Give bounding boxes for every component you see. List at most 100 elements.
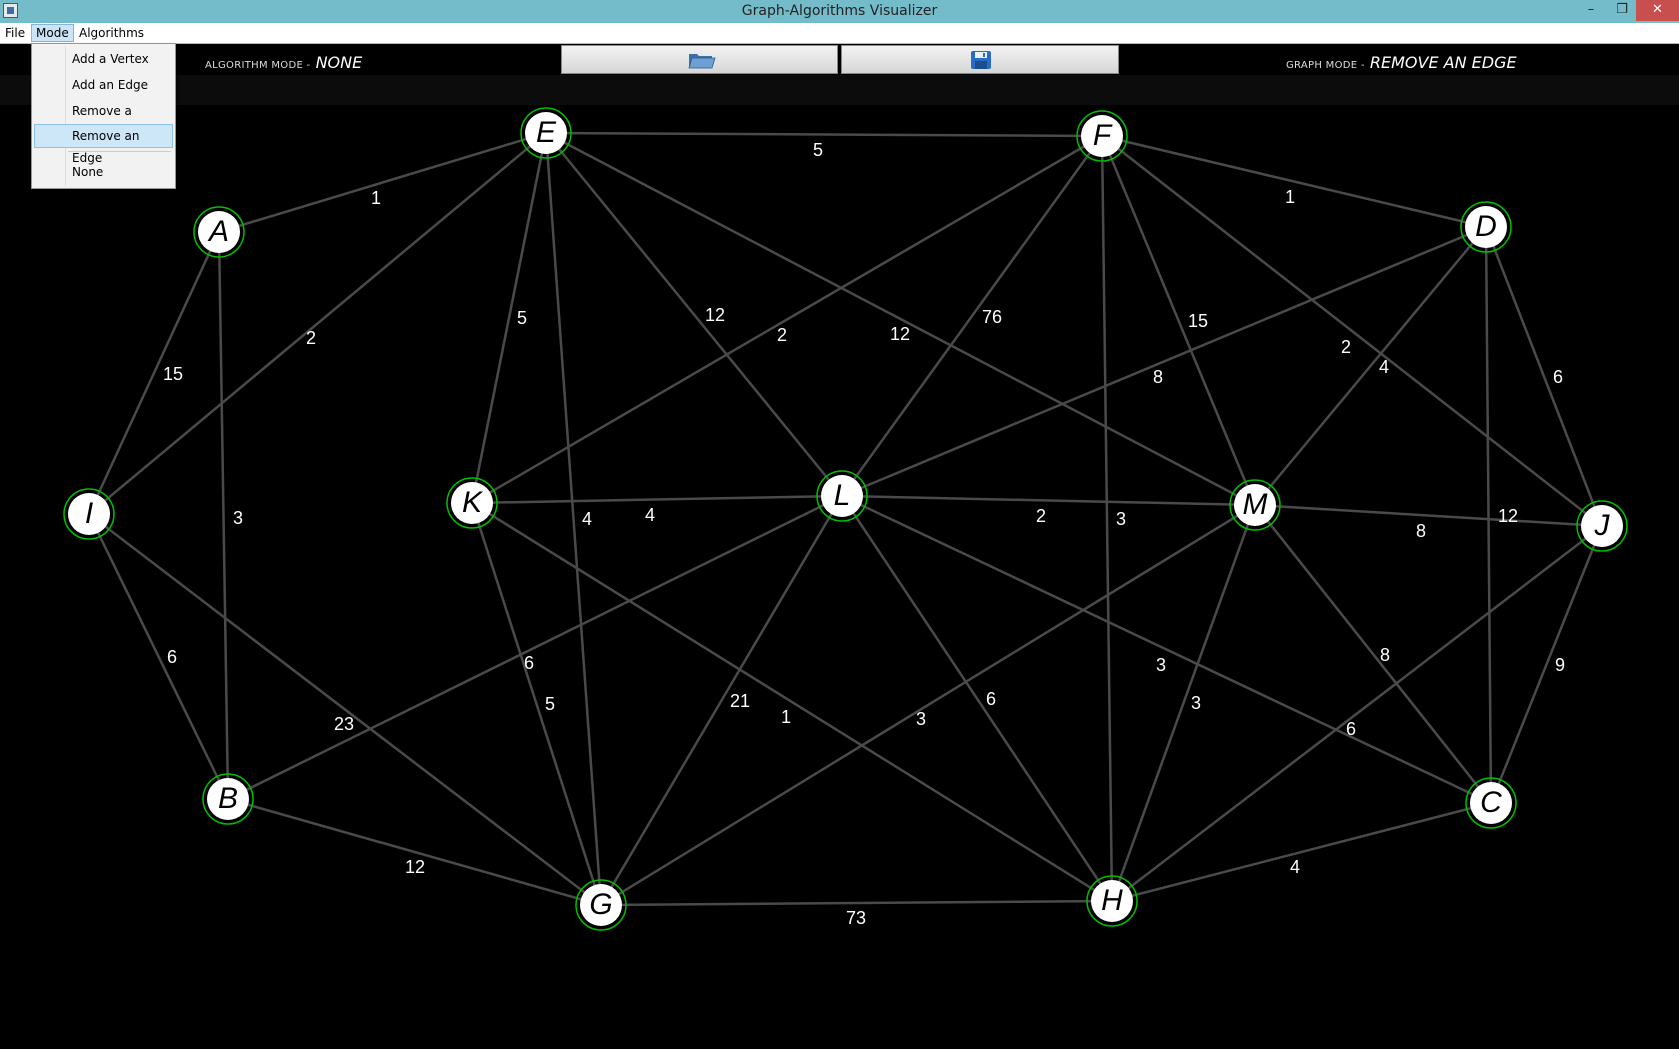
edge-a-e[interactable] bbox=[218, 131, 547, 234]
vertex-k[interactable]: K bbox=[446, 477, 498, 529]
vertex-label: L bbox=[834, 479, 851, 512]
menu-item-add-vertex[interactable]: Add a Vertex bbox=[34, 47, 173, 71]
edge-weight-l-h: 6 bbox=[986, 689, 996, 709]
menu-item-remove-vertex[interactable]: Remove a Vertex bbox=[34, 99, 173, 142]
edge-m-j[interactable] bbox=[1254, 503, 1603, 528]
open-file-button[interactable] bbox=[561, 45, 838, 74]
vertex-l[interactable]: L bbox=[816, 470, 868, 522]
menu-mode[interactable]: Mode bbox=[31, 24, 74, 42]
edge-weight-e-k: 5 bbox=[517, 308, 527, 328]
close-button[interactable]: ✕ bbox=[1636, 0, 1679, 21]
edge-weight-h-c: 4 bbox=[1290, 857, 1300, 877]
edge-m-g[interactable] bbox=[600, 503, 1256, 907]
vertex-h[interactable]: H bbox=[1086, 875, 1138, 927]
edge-f-k[interactable] bbox=[471, 134, 1103, 505]
graph-canvas[interactable]: 5 1 1 2 15 3 5 12 12 4 2 76 15 4 3 8 2 6 12 4 2 8 6 23 6 12 5 1 21 6 3… bbox=[0, 105, 1679, 1049]
vertex-c[interactable]: C bbox=[1465, 777, 1517, 829]
edge-weight-b-l: 6 bbox=[524, 653, 534, 673]
edge-l-h[interactable] bbox=[840, 495, 1114, 902]
edge-a-b[interactable] bbox=[217, 231, 230, 800]
title-bar: Graph-Algorithms Visualizer – ❐ ✕ bbox=[0, 0, 1679, 23]
vertex-f[interactable]: F bbox=[1076, 110, 1128, 162]
vertex-e[interactable]: E bbox=[520, 107, 572, 159]
vertex-a[interactable]: A bbox=[193, 206, 245, 258]
edge-m-h[interactable] bbox=[1110, 504, 1257, 902]
graph-drawing[interactable]: 51 121535 12124276 1543826124 286236125121 63… bbox=[0, 105, 1679, 1049]
menu-algorithms[interactable]: Algorithms bbox=[75, 24, 148, 42]
edge-weight-i-b: 6 bbox=[167, 647, 177, 667]
vertex-m[interactable]: M bbox=[1229, 479, 1281, 531]
edge-k-h[interactable] bbox=[471, 501, 1113, 903]
edge-e-f[interactable] bbox=[545, 131, 1103, 138]
status-strip bbox=[0, 75, 1679, 105]
minimize-button[interactable]: – bbox=[1576, 0, 1606, 21]
edge-weight-e-f: 5 bbox=[813, 140, 823, 160]
edge-weight-i-e: 2 bbox=[306, 328, 316, 348]
edge-weight-k-h: 1 bbox=[781, 707, 791, 727]
vertex-label: K bbox=[462, 486, 484, 519]
vertex-label: G bbox=[589, 888, 612, 921]
algorithm-mode-label: Algorithm Mode - bbox=[205, 60, 311, 71]
vertex-label: C bbox=[1480, 786, 1502, 819]
edge-weight-m-j: 8 bbox=[1416, 521, 1426, 541]
vertex-d[interactable]: D bbox=[1460, 201, 1512, 253]
edge-weight-j-c: 9 bbox=[1555, 655, 1565, 675]
edge-f-m[interactable] bbox=[1100, 135, 1257, 506]
maximize-button[interactable]: ❐ bbox=[1607, 0, 1637, 21]
edge-g-h[interactable] bbox=[600, 899, 1113, 907]
edge-weight-i-g: 23 bbox=[334, 714, 354, 734]
vertex-label: B bbox=[218, 782, 238, 815]
graph-mode-indicator: Graph Mode - REMOVE AN EDGE bbox=[1286, 53, 1517, 72]
edge-weight-l-c: 3 bbox=[1156, 655, 1166, 675]
graph-mode-label: Graph Mode - bbox=[1286, 60, 1365, 71]
edge-weight-l-g: 21 bbox=[730, 691, 750, 711]
menu-item-remove-edge[interactable]: Remove an Edge bbox=[34, 124, 173, 165]
vertex-label: M bbox=[1243, 488, 1268, 521]
edge-weight-f-k: 2 bbox=[777, 325, 787, 345]
vertex-i[interactable]: I bbox=[63, 488, 115, 540]
edge-weight-m-g: 3 bbox=[916, 709, 926, 729]
edge-e-k[interactable] bbox=[470, 132, 548, 504]
edge-m-c[interactable] bbox=[1254, 504, 1492, 804]
edge-weight-e-m: 12 bbox=[890, 324, 910, 344]
edge-i-g[interactable] bbox=[88, 513, 602, 906]
vertex-b[interactable]: B bbox=[202, 773, 254, 825]
edge-l-m[interactable] bbox=[841, 494, 1256, 507]
edge-k-l[interactable] bbox=[471, 494, 843, 505]
algorithm-mode-value: NONE bbox=[315, 53, 363, 72]
edge-weight-f-h: 3 bbox=[1116, 509, 1126, 529]
edge-e-g[interactable] bbox=[544, 132, 603, 906]
menu-separator bbox=[68, 151, 171, 152]
edge-e-m[interactable] bbox=[545, 131, 1256, 507]
vertex-label: F bbox=[1093, 119, 1113, 152]
edge-h-c[interactable] bbox=[1111, 801, 1492, 903]
edge-weight-f-l: 76 bbox=[982, 307, 1002, 327]
edge-i-e[interactable] bbox=[88, 132, 547, 515]
edge-k-g[interactable] bbox=[470, 502, 603, 906]
edge-d-c[interactable] bbox=[1484, 226, 1493, 804]
edge-weight-d-c: 12 bbox=[1498, 506, 1518, 526]
edge-d-m[interactable] bbox=[1254, 226, 1487, 506]
vertex-label: E bbox=[536, 116, 557, 149]
edge-a-i[interactable] bbox=[87, 231, 221, 515]
menu-bar: File Mode Algorithms bbox=[0, 23, 1679, 44]
edge-weight-d-m: 2 bbox=[1341, 337, 1351, 357]
floppy-disk-icon bbox=[971, 51, 991, 69]
edge-weight-f-j: 4 bbox=[1379, 357, 1389, 377]
edge-f-h[interactable] bbox=[1100, 135, 1114, 902]
edge-j-h[interactable] bbox=[1111, 525, 1603, 902]
menu-file[interactable]: File bbox=[1, 24, 29, 42]
edge-b-g[interactable] bbox=[227, 797, 602, 907]
edge-weight-f-m: 15 bbox=[1188, 311, 1208, 331]
vertex-g[interactable]: G bbox=[575, 879, 627, 931]
vertex-j[interactable]: J bbox=[1576, 500, 1628, 552]
edge-weight-a-i: 15 bbox=[163, 364, 183, 384]
edge-l-g[interactable] bbox=[599, 495, 844, 906]
edge-l-c[interactable] bbox=[841, 494, 1492, 805]
menu-item-add-edge[interactable]: Add an Edge bbox=[34, 73, 173, 97]
vertex-label: H bbox=[1101, 884, 1123, 917]
edge-i-b[interactable] bbox=[87, 513, 230, 800]
menu-item-none[interactable]: None bbox=[34, 160, 173, 184]
save-file-button[interactable] bbox=[841, 45, 1119, 74]
graph-mode-value: REMOVE AN EDGE bbox=[1369, 53, 1517, 72]
